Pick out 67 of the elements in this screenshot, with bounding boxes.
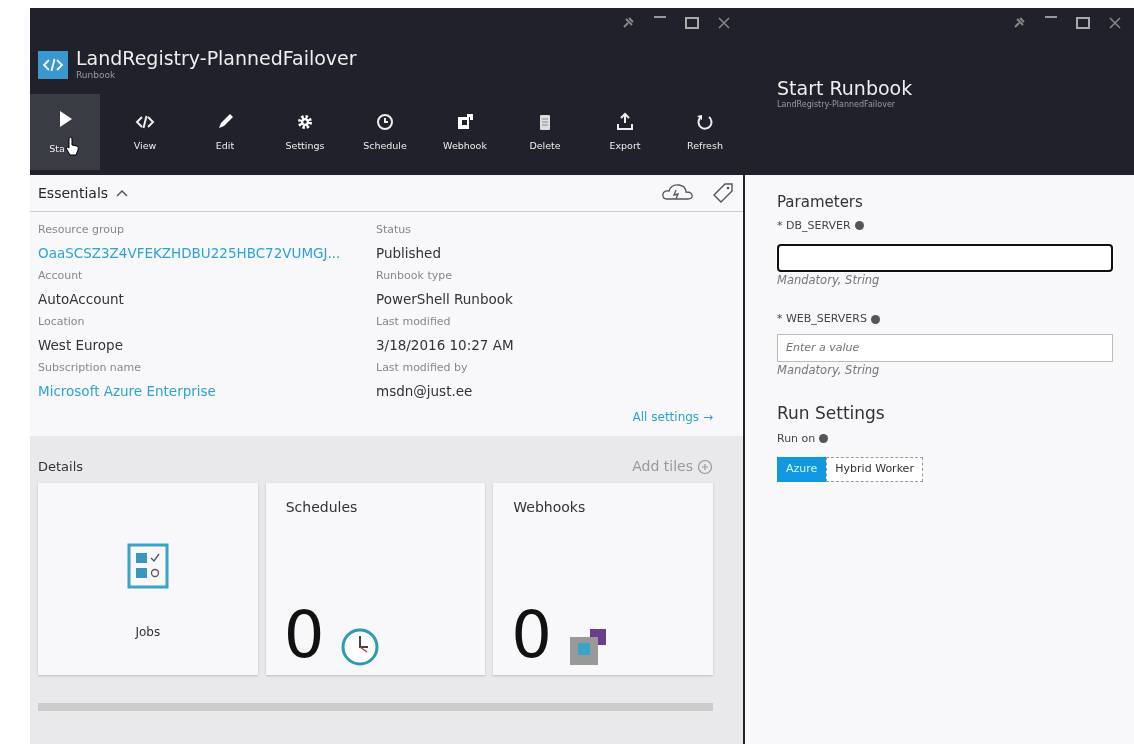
toolbar-button[interactable]: Schedule — [350, 94, 420, 171]
field-label: Status — [376, 222, 413, 238]
input-field[interactable] — [777, 244, 1113, 272]
toolbar-button[interactable]: Refresh — [670, 94, 740, 171]
toggle-option[interactable]: Hybrid Worker — [826, 457, 923, 482]
checklist-icon — [126, 543, 169, 589]
close-icon — [1108, 16, 1122, 30]
blade-subtitle: LandRegistry-PlannedFailover — [777, 98, 897, 111]
parameter-label: * WEB_SERVERS — [777, 311, 867, 328]
runbook-icon — [38, 51, 68, 80]
input-field[interactable]: Enter a value — [777, 333, 1113, 362]
blade-title: LandRegistry-PlannedFailover — [76, 48, 357, 69]
field-value: West Europe — [38, 336, 123, 355]
toolbar-button[interactable]: Edit — [190, 94, 260, 171]
field-label: Subscription name — [38, 360, 143, 376]
field-label: Last modified by — [376, 360, 469, 376]
toolbar-button[interactable]: Delete — [510, 94, 580, 171]
tile[interactable]: Webhooks 0 — [493, 483, 713, 675]
toolbar-button[interactable]: Settings — [270, 94, 340, 171]
info-icon — [870, 315, 880, 324]
tile-title: Schedules — [284, 498, 359, 517]
info-icon — [819, 434, 829, 444]
cloud-icon — [661, 181, 695, 203]
maximize-icon — [1076, 16, 1090, 30]
blade-subtitle: Runbook — [76, 69, 117, 82]
toolbar-button[interactable]: View — [110, 94, 180, 171]
field-label: Last modified — [376, 314, 452, 330]
tile-title: Webhooks — [512, 498, 587, 517]
tag-icon — [711, 181, 735, 205]
essentials-toggle[interactable]: Essentials — [38, 182, 129, 204]
clock-icon — [340, 627, 381, 667]
section-title: Details — [38, 457, 84, 476]
section-title: Run Settings — [777, 402, 886, 425]
field-value: Published — [376, 244, 441, 263]
parameter-label: * DB_SERVER — [777, 217, 851, 234]
tile[interactable]: Jobs — [38, 483, 258, 675]
hand-cursor-icon — [64, 136, 81, 157]
toolbar-button[interactable]: Export — [590, 94, 660, 171]
field-value: PowerShell Runbook — [376, 290, 513, 309]
parameter-hint: Mandatory, String — [777, 272, 881, 289]
pin-icon — [1012, 16, 1026, 30]
tile-count: 0 — [511, 603, 553, 667]
chevron-icon — [116, 189, 129, 197]
maximize-icon — [685, 16, 699, 30]
field-value: 3/18/2016 10:27 AM — [376, 336, 514, 355]
field-label: Runbook type — [376, 268, 453, 284]
parameter-hint: Mandatory, String — [777, 361, 881, 379]
field-label: Account — [38, 268, 84, 284]
field-value: AutoAccount — [38, 290, 124, 309]
info-icon — [854, 221, 864, 231]
tile-title: Jobs — [135, 624, 161, 641]
close-icon — [717, 16, 731, 30]
toolbar-button[interactable]: Webhook — [430, 94, 500, 171]
add-icon — [697, 458, 713, 475]
pin-icon — [621, 16, 635, 30]
field-label: Resource group — [38, 222, 125, 238]
field-label: Location — [38, 314, 86, 330]
minimize-icon — [1044, 16, 1058, 18]
tile[interactable]: Schedules 0 — [265, 483, 486, 675]
tile-count: 0 — [283, 603, 325, 667]
toolbar-button[interactable]: Sta — [30, 94, 100, 171]
field-label: Run on — [777, 430, 816, 447]
minimize-icon — [653, 16, 667, 18]
webhook-icon — [568, 627, 609, 667]
field-value: msdn@just.ee — [376, 382, 473, 401]
section-title: Parameters — [777, 192, 864, 213]
blade-title: Start Runbook — [777, 78, 914, 99]
